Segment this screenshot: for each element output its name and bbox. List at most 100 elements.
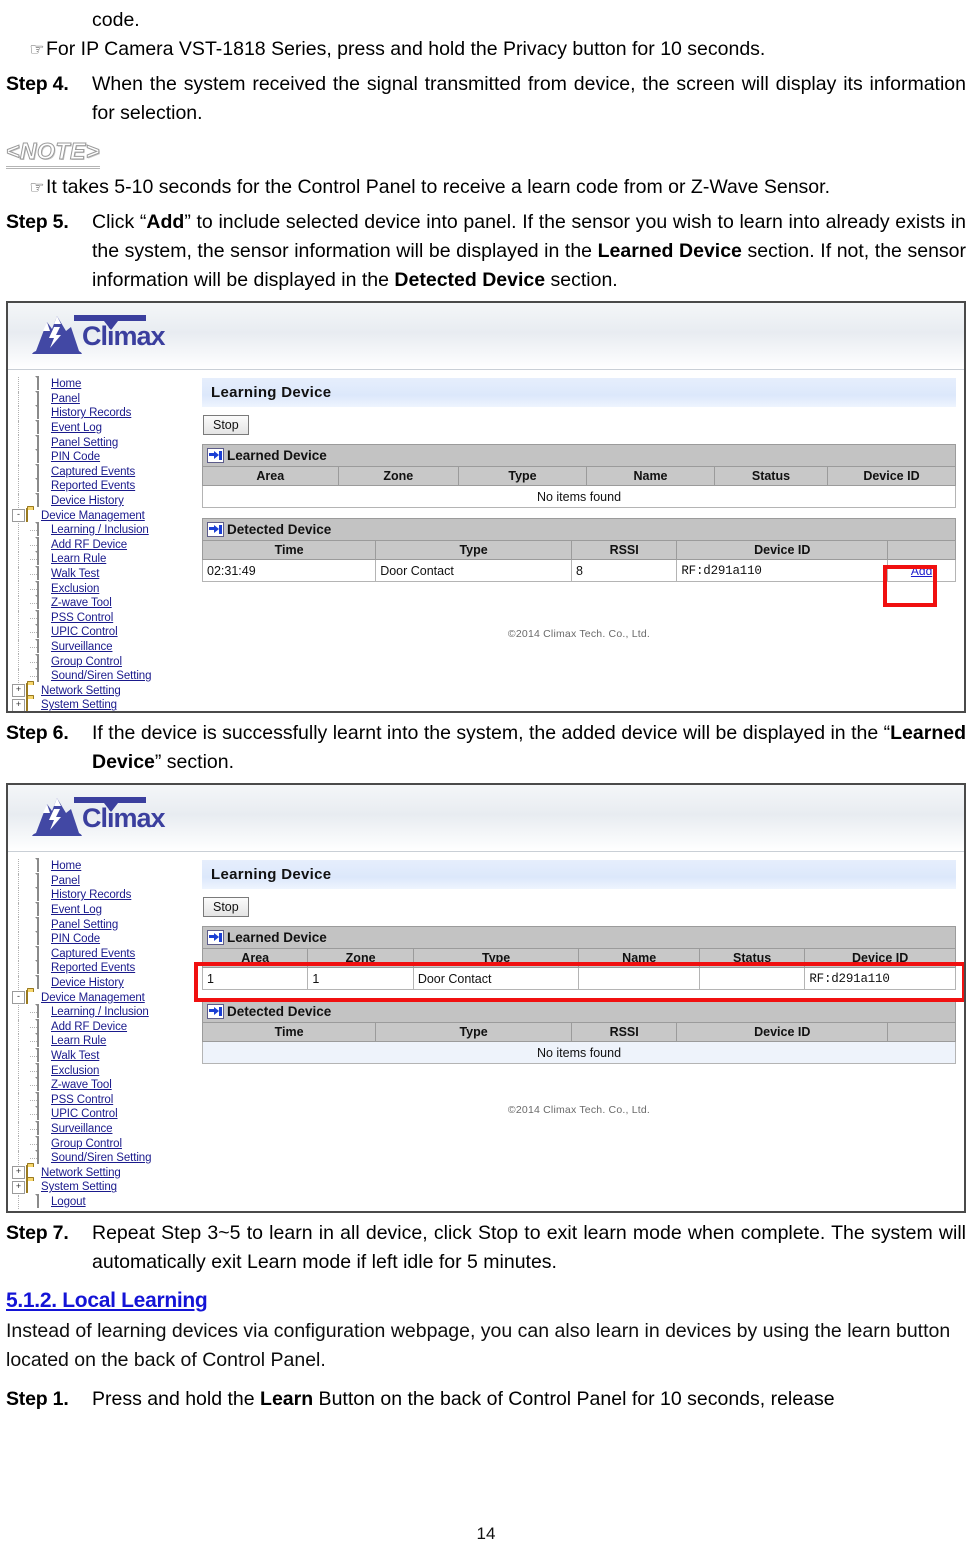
- step-4: Step 4. When the system received the sig…: [6, 70, 966, 128]
- sidebar-item-learn-rule[interactable]: Learn Rule: [12, 1034, 198, 1049]
- pointing-hand-icon: ☞: [6, 35, 46, 64]
- page-icon: [36, 406, 49, 420]
- collapse-toggle-icon[interactable]: -: [12, 509, 25, 522]
- sidebar-item-learn-rule[interactable]: Learn Rule: [12, 552, 198, 567]
- sidebar-item-surveillance[interactable]: Surveillance: [12, 1122, 198, 1137]
- sidebar-item-reported-events[interactable]: Reported Events: [12, 961, 198, 976]
- add-link[interactable]: Add: [911, 564, 932, 578]
- sidebar-item-surveillance[interactable]: Surveillance: [12, 640, 198, 655]
- sidebar-item-sound-siren-setting[interactable]: Sound/Siren Setting: [12, 669, 198, 684]
- sidebar-item-panel[interactable]: Panel: [12, 874, 198, 889]
- col-type: Type: [376, 1023, 572, 1042]
- sidebar-label: PIN Code: [51, 451, 100, 463]
- sidebar-item-pss-control[interactable]: PSS Control: [12, 1093, 198, 1108]
- sidebar-item-z-wave-tool[interactable]: Z-wave Tool: [12, 596, 198, 611]
- sidebar-item-home[interactable]: Home: [12, 859, 198, 874]
- tree-guide: [12, 581, 24, 596]
- tree-guide: [12, 567, 24, 582]
- tree-guide: [12, 1107, 24, 1122]
- sidebar-item-event-log[interactable]: Event Log: [12, 421, 198, 436]
- sidebar-item-logout[interactable]: Logout: [12, 1195, 198, 1210]
- sidebar-item-event-log[interactable]: Event Log: [12, 903, 198, 918]
- sidebar-item-panel[interactable]: Panel: [12, 392, 198, 407]
- tree-guide: [12, 421, 24, 436]
- step-1-label: Step 1.: [6, 1385, 92, 1414]
- sidebar-item-history-records[interactable]: History Records: [12, 406, 198, 421]
- page-icon: [36, 918, 49, 932]
- tree-guide: [12, 625, 24, 640]
- cell-action: Add: [888, 560, 956, 582]
- page-icon: [36, 669, 49, 683]
- sidebar-label: Captured Events: [51, 948, 135, 960]
- sidebar-label: Panel: [51, 875, 80, 887]
- sidebar-label: Sound/Siren Setting: [51, 1152, 151, 1164]
- page-icon: [36, 1195, 49, 1209]
- continued-line: code.: [6, 6, 966, 35]
- sidebar-item-upic-control[interactable]: UPIC Control: [12, 1107, 198, 1122]
- sidebar-item-upic-control[interactable]: UPIC Control: [12, 625, 198, 640]
- s5a: Click “: [92, 211, 146, 233]
- sidebar-label: Walk Test: [51, 1050, 99, 1062]
- sidebar-item-panel-setting[interactable]: Panel Setting: [12, 917, 198, 932]
- sidebar-item-learning-inclusion[interactable]: Learning / Inclusion: [12, 523, 198, 538]
- sidebar-item-history-records[interactable]: History Records: [12, 888, 198, 903]
- col-device-id: Device ID: [677, 541, 888, 560]
- sidebar-item-system-setting[interactable]: +System Setting: [12, 698, 198, 713]
- sidebar-item-add-rf-device[interactable]: Add RF Device: [12, 1020, 198, 1035]
- sidebar-item-exclusion[interactable]: Exclusion: [12, 581, 198, 596]
- sidebar-item-device-management[interactable]: -Device Management: [12, 508, 198, 523]
- table-row: No items found: [203, 1042, 956, 1064]
- col-time: Time: [203, 541, 376, 560]
- expand-toggle-icon[interactable]: +: [12, 699, 25, 712]
- collapse-toggle-icon[interactable]: -: [12, 991, 25, 1004]
- sidebar-item-pin-code[interactable]: PIN Code: [12, 932, 198, 947]
- folder-open-icon: [26, 991, 39, 1005]
- sidebar-item-walk-test[interactable]: Walk Test: [12, 567, 198, 582]
- sidebar-item-reported-events[interactable]: Reported Events: [12, 479, 198, 494]
- section-title: Learned Device: [227, 448, 327, 463]
- col-rssi: RSSI: [571, 1023, 676, 1042]
- sidebar-item-device-management[interactable]: -Device Management: [12, 990, 198, 1005]
- sidebar-item-group-control[interactable]: Group Control: [12, 1136, 198, 1151]
- tree-guide: [12, 654, 24, 669]
- sidebar-item-exclusion[interactable]: Exclusion: [12, 1063, 198, 1078]
- page-icon: [36, 859, 49, 873]
- page-icon: [36, 582, 49, 596]
- col-device-id: Device ID: [805, 949, 956, 968]
- page-icon: [36, 1005, 49, 1019]
- sidebar-item-system-setting[interactable]: +System Setting: [12, 1180, 198, 1195]
- sidebar-item-learning-inclusion[interactable]: Learning / Inclusion: [12, 1005, 198, 1020]
- sidebar-item-pin-code[interactable]: PIN Code: [12, 450, 198, 465]
- expand-toggle-icon[interactable]: +: [12, 684, 25, 697]
- sidebar-item-panel-setting[interactable]: Panel Setting: [12, 435, 198, 450]
- learned-device-section-header: Learned Device: [202, 444, 956, 466]
- detected-device-section-header: Detected Device: [202, 1000, 956, 1022]
- sidebar-item-z-wave-tool[interactable]: Z-wave Tool: [12, 1078, 198, 1093]
- sidebar-item-group-control[interactable]: Group Control: [12, 654, 198, 669]
- sidebar-item-sound-siren-setting[interactable]: Sound/Siren Setting: [12, 1151, 198, 1166]
- col-status: Status: [699, 949, 804, 968]
- sidebar-item-walk-test[interactable]: Walk Test: [12, 1049, 198, 1064]
- expand-toggle-icon[interactable]: +: [12, 1181, 25, 1194]
- sidebar-label: Add RF Device: [51, 539, 127, 551]
- step-4-label: Step 4.: [6, 70, 92, 99]
- stop-button[interactable]: Stop: [203, 415, 249, 435]
- sidebar-item-add-rf-device[interactable]: Add RF Device: [12, 538, 198, 553]
- sidebar-item-captured-events[interactable]: Captured Events: [12, 465, 198, 480]
- sidebar-item-captured-events[interactable]: Captured Events: [12, 947, 198, 962]
- webui-body: Home Panel History Records Event Log Pan…: [8, 852, 964, 1213]
- expand-toggle-icon[interactable]: +: [12, 1166, 25, 1179]
- sidebar-item-network-setting[interactable]: +Network Setting: [12, 683, 198, 698]
- sidebar-tree-1: Home Panel History Records Event Log Pan…: [8, 370, 198, 713]
- sidebar-item-network-setting[interactable]: +Network Setting: [12, 1165, 198, 1180]
- page-icon: [36, 625, 49, 639]
- cell-type: Door Contact: [413, 968, 579, 990]
- pointing-hand-icon: ☞: [6, 173, 46, 202]
- sidebar-item-home[interactable]: Home: [12, 377, 198, 392]
- sidebar-item-device-history[interactable]: Device History: [12, 976, 198, 991]
- sidebar-item-device-history[interactable]: Device History: [12, 494, 198, 509]
- sidebar-item-pss-control[interactable]: PSS Control: [12, 611, 198, 626]
- col-zone: Zone: [338, 467, 458, 486]
- arrow-right-icon: [207, 448, 224, 463]
- stop-button[interactable]: Stop: [203, 897, 249, 917]
